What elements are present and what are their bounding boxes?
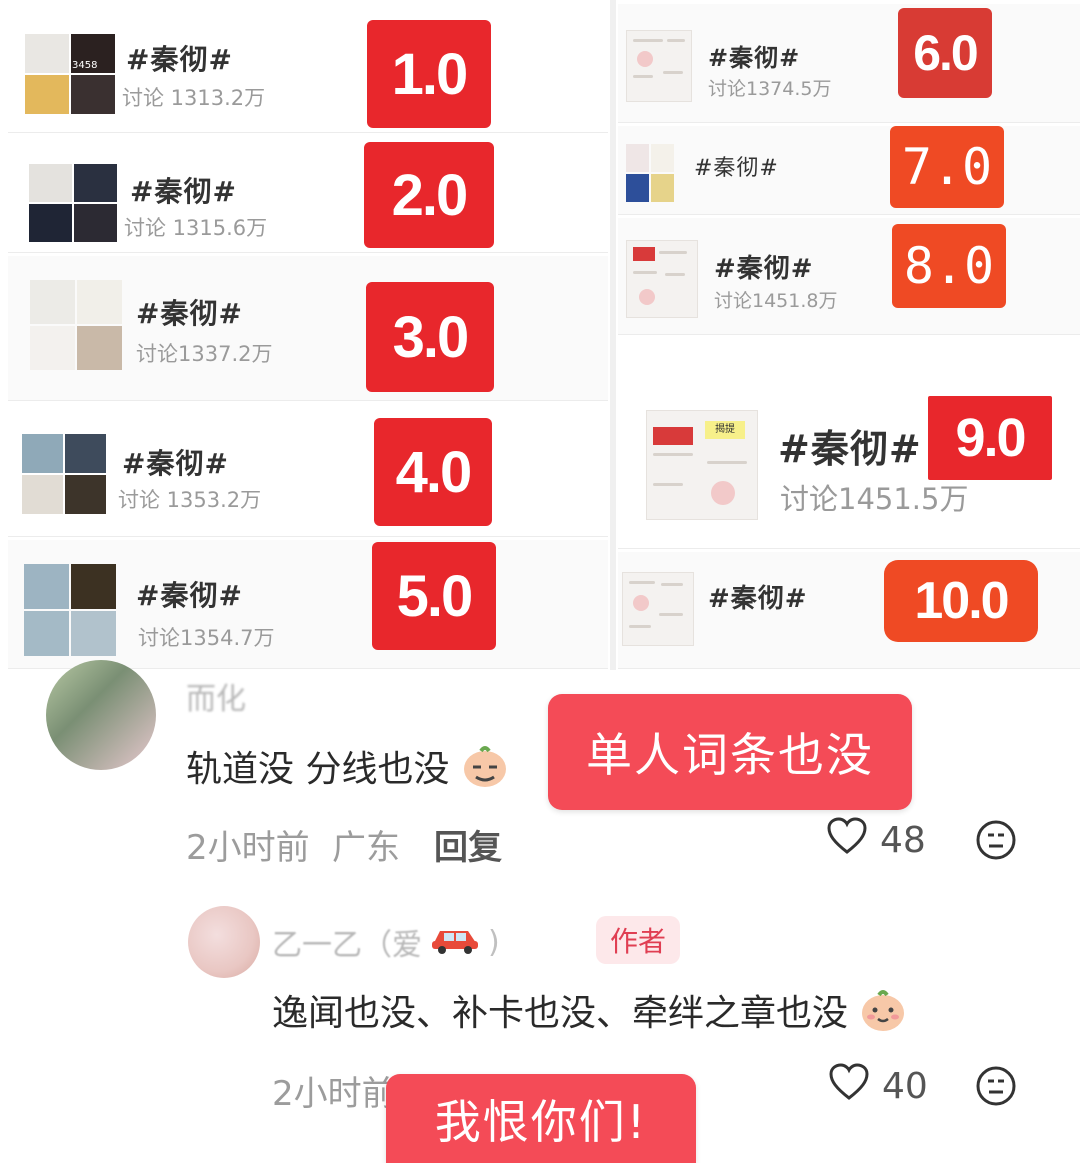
like-button[interactable]: 40	[828, 1062, 928, 1111]
score-badge: 10.0	[884, 560, 1038, 642]
topic-discussion-count: 讨论1374.5万	[708, 78, 832, 100]
topic-card-1[interactable]: 3458 #秦彻# 讨论 1313.2万 1.0	[8, 6, 608, 133]
score-badge: 4.0	[374, 418, 492, 526]
heart-icon	[828, 1062, 870, 1111]
topic-thumbnail	[622, 572, 694, 646]
score-badge: 7.0	[890, 126, 1004, 208]
topic-tag: #秦彻#	[126, 43, 233, 76]
topic-card-3[interactable]: #秦彻# 讨论1337.2万 3.0	[8, 256, 608, 401]
topic-tag: #秦彻#	[708, 584, 808, 614]
topic-discussion-count: 讨论1451.8万	[714, 290, 838, 312]
topic-thumbnail	[626, 240, 698, 318]
car-emoji-icon	[428, 921, 482, 963]
score-badge: 8.0	[892, 224, 1006, 308]
topic-discussion-count: 讨论1451.5万	[780, 482, 969, 516]
comment-text-body: 轨道没 分线也没	[186, 749, 450, 790]
topic-thumbnail	[24, 564, 116, 656]
topic-discussion-count: 讨论 1313.2万	[122, 86, 266, 110]
topic-tag: #秦彻#	[136, 579, 243, 612]
topic-card-6[interactable]: #秦彻# 讨论1374.5万 6.0	[618, 4, 1080, 123]
topic-thumbnail: 揭提	[646, 410, 758, 520]
thumbnail-number: 3458	[72, 60, 98, 71]
topic-discussion-count: 讨论 1315.6万	[124, 216, 268, 240]
avatar[interactable]	[46, 660, 156, 770]
like-count: 40	[882, 1066, 928, 1107]
topic-tag: #秦彻#	[130, 175, 237, 208]
overlay-label-hate: 我恨你们!	[386, 1074, 696, 1163]
topic-card-7[interactable]: #秦彻# 7.0	[618, 126, 1080, 215]
like-button[interactable]: 48	[826, 816, 926, 865]
score-badge: 9.0	[928, 396, 1052, 480]
comment-username[interactable]: 乙一乙（爱 )	[272, 920, 500, 964]
topic-discussion-count: 讨论 1353.2万	[118, 488, 262, 512]
author-badge: 作者	[596, 916, 681, 964]
topic-discussion-count: 讨论1337.2万	[136, 342, 273, 366]
topic-thumbnail	[30, 280, 122, 370]
topic-tag: #秦彻#	[122, 447, 229, 480]
score-badge: 5.0	[372, 542, 496, 650]
like-count: 48	[880, 820, 926, 861]
dislike-icon[interactable]	[974, 818, 1018, 866]
smile-emoji-icon	[859, 989, 907, 1042]
score-badge: 6.0	[898, 8, 992, 98]
topic-card-5[interactable]: #秦彻# 讨论1354.7万 5.0	[8, 540, 608, 669]
topic-thumbnail	[626, 144, 674, 202]
topic-discussion-count: 讨论1354.7万	[138, 626, 275, 650]
score-badge: 3.0	[366, 282, 494, 392]
score-badge: 1.0	[367, 20, 491, 128]
topic-card-10[interactable]: #秦彻# 10.0	[618, 552, 1080, 669]
comment-text: 轨道没 分线也没	[186, 740, 509, 798]
dislike-icon[interactable]	[974, 1064, 1018, 1112]
column-divider	[610, 0, 616, 670]
topic-tag: #秦彻#	[778, 427, 922, 471]
comment-text: 逸闻也没、补卡也没、牵绊之章也没	[272, 984, 907, 1042]
topic-tag: #秦彻#	[708, 44, 801, 72]
topic-thumbnail	[29, 164, 117, 242]
reply-button[interactable]: 回复	[434, 820, 502, 869]
score-badge: 2.0	[364, 142, 494, 248]
topic-thumbnail	[626, 30, 692, 102]
comment-username-text: 乙一乙（爱	[272, 928, 422, 963]
avatar[interactable]	[188, 906, 260, 978]
topic-thumbnail: 3458	[25, 34, 115, 114]
comment-text-body: 逸闻也没、补卡也没、牵绊之章也没	[272, 993, 849, 1034]
comment-time: 2小时前	[272, 1074, 396, 1114]
topic-card-2[interactable]: #秦彻# 讨论 1315.6万 2.0	[8, 134, 608, 253]
topic-card-9[interactable]: 揭提 #秦彻# 讨论1451.5万 9.0	[618, 338, 1080, 549]
topic-card-8[interactable]: #秦彻# 讨论1451.8万 8.0	[618, 218, 1080, 335]
topic-tag: #秦彻#	[136, 297, 243, 330]
topic-tag: #秦彻#	[714, 254, 814, 284]
overlay-label-single-entry: 单人词条也没	[548, 694, 912, 810]
heart-icon	[826, 816, 868, 865]
comment-username[interactable]: 而化	[186, 674, 246, 718]
comment-location: 广东	[332, 828, 400, 868]
topic-card-4[interactable]: #秦彻# 讨论 1353.2万 4.0	[8, 404, 608, 537]
comment-time: 2小时前	[186, 828, 310, 868]
topic-tag: #秦彻#	[694, 156, 779, 181]
thumbnail-label: 揭提	[705, 421, 745, 439]
topic-thumbnail	[22, 434, 106, 514]
sweat-smile-emoji-icon	[461, 745, 509, 798]
